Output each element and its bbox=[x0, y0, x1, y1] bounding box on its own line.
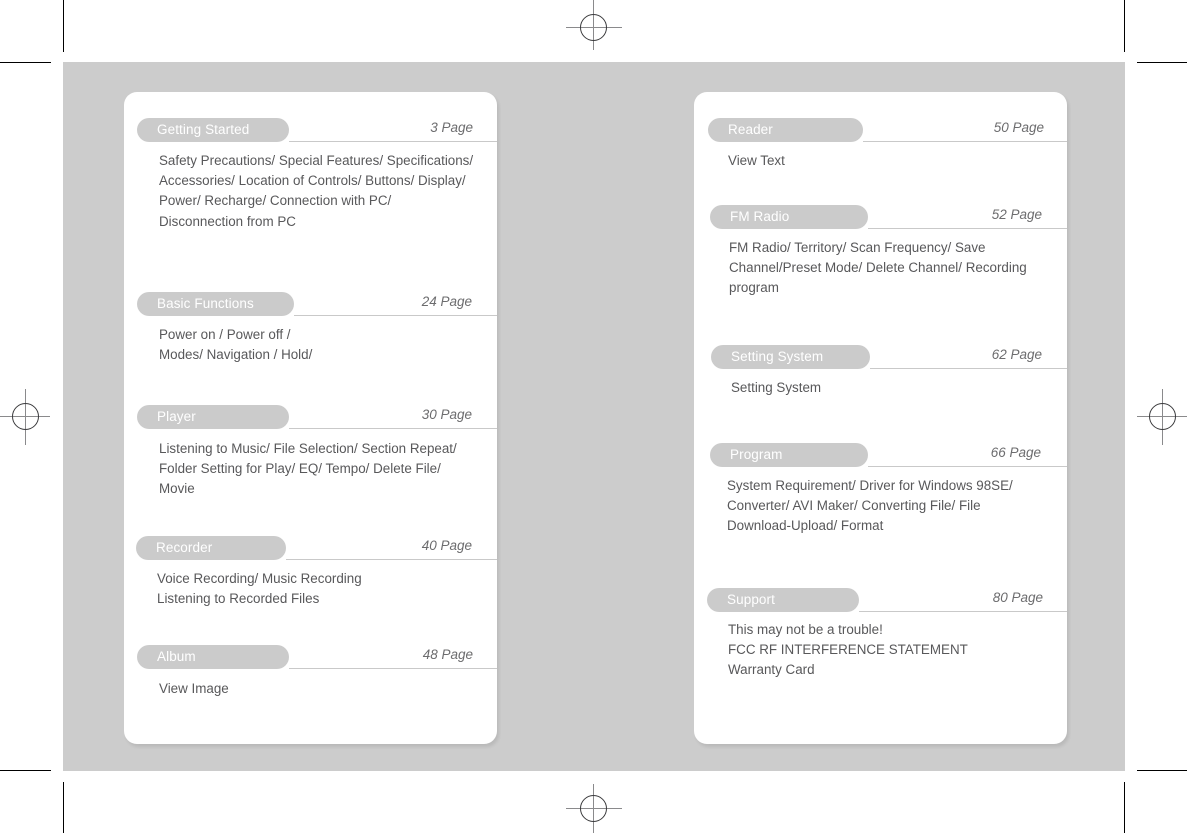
section-title-pill[interactable]: Support bbox=[707, 588, 859, 612]
section-page-number: 52 Page bbox=[991, 207, 1042, 222]
section-page-number: 48 Page bbox=[422, 647, 473, 662]
section-page-number: 40 Page bbox=[421, 538, 472, 553]
section-title-pill[interactable]: Basic Functions bbox=[137, 292, 294, 316]
section-header: Reader 50 Page bbox=[694, 118, 1067, 148]
section-body: Listening to Music/ File Selection/ Sect… bbox=[159, 441, 457, 497]
toc-section-recorder[interactable]: Recorder 40 Page Voice Recording/ Music … bbox=[124, 536, 497, 606]
toc-section-setting-system[interactable]: Setting System 62 Page Setting System bbox=[694, 345, 1067, 395]
section-body: This may not be a trouble! FCC RF INTERF… bbox=[728, 622, 968, 678]
section-divider bbox=[294, 315, 497, 316]
toc-section-program[interactable]: Program 66 Page System Requirement/ Driv… bbox=[694, 443, 1067, 533]
toc-section-support[interactable]: Support 80 Page This may not be a troubl… bbox=[694, 588, 1067, 677]
section-divider bbox=[289, 428, 497, 429]
crop-mark-bottom-right-vertical bbox=[1124, 782, 1125, 833]
registration-mark-right-middle bbox=[1135, 389, 1187, 445]
section-body: FM Radio/ Territory/ Scan Frequency/ Sav… bbox=[729, 240, 1027, 296]
crop-mark-top-left-horizontal bbox=[0, 62, 51, 63]
registration-mark-top-center bbox=[566, 0, 622, 56]
crop-mark-top-right-horizontal bbox=[1137, 62, 1187, 63]
section-body: View Image bbox=[159, 681, 229, 696]
section-divider bbox=[863, 141, 1067, 142]
section-title-pill[interactable]: Player bbox=[137, 405, 289, 429]
section-page-number: 62 Page bbox=[991, 347, 1042, 362]
section-header: Album 48 Page bbox=[124, 645, 497, 675]
section-header: Getting Started 3 Page bbox=[124, 118, 497, 148]
section-page-number: 24 Page bbox=[421, 294, 472, 309]
registration-mark-bottom-center bbox=[566, 780, 622, 833]
crop-mark-bottom-left-horizontal bbox=[0, 770, 51, 771]
toc-section-basic-functions[interactable]: Basic Functions 24 Page Power on / Power… bbox=[124, 292, 497, 362]
registration-mark-left-middle bbox=[0, 389, 52, 445]
section-title-pill[interactable]: Program bbox=[710, 443, 868, 467]
section-page-number: 80 Page bbox=[992, 590, 1043, 605]
section-divider bbox=[286, 559, 497, 560]
toc-section-player[interactable]: Player 30 Page Listening to Music/ File … bbox=[124, 405, 497, 496]
section-header: Program 66 Page bbox=[694, 443, 1067, 473]
section-body: System Requirement/ Driver for Windows 9… bbox=[727, 478, 1013, 534]
section-header: Recorder 40 Page bbox=[124, 536, 497, 566]
section-header: Player 30 Page bbox=[124, 405, 497, 435]
toc-section-album[interactable]: Album 48 Page View Image bbox=[124, 645, 497, 696]
crop-mark-bottom-right-horizontal bbox=[1137, 770, 1187, 771]
section-body: Setting System bbox=[731, 380, 822, 395]
section-title-pill[interactable]: FM Radio bbox=[710, 205, 868, 229]
section-title-pill[interactable]: Reader bbox=[708, 118, 863, 142]
section-header: Setting System 62 Page bbox=[694, 345, 1067, 375]
section-title-pill[interactable]: Album bbox=[137, 645, 289, 669]
section-divider bbox=[870, 368, 1067, 369]
section-title-pill[interactable]: Recorder bbox=[136, 536, 286, 560]
section-body: View Text bbox=[728, 153, 785, 168]
section-body: Safety Precautions/ Special Features/ Sp… bbox=[159, 153, 474, 229]
toc-section-fm-radio[interactable]: FM Radio 52 Page FM Radio/ Territory/ Sc… bbox=[694, 205, 1067, 295]
section-page-number: 30 Page bbox=[421, 407, 472, 422]
toc-section-getting-started[interactable]: Getting Started 3 Page Safety Precaution… bbox=[124, 118, 497, 229]
toc-section-reader[interactable]: Reader 50 Page View Text bbox=[694, 118, 1067, 168]
section-header: FM Radio 52 Page bbox=[694, 205, 1067, 235]
section-body: Power on / Power off / Modes/ Navigation… bbox=[159, 327, 313, 363]
section-header: Basic Functions 24 Page bbox=[124, 292, 497, 322]
section-body: Voice Recording/ Music Recording Listeni… bbox=[157, 571, 362, 607]
section-page-number: 66 Page bbox=[990, 445, 1041, 460]
section-divider bbox=[289, 141, 497, 142]
section-header: Support 80 Page bbox=[694, 588, 1067, 618]
section-page-number: 3 Page bbox=[430, 120, 473, 135]
left-page-card: Getting Started 3 Page Safety Precaution… bbox=[124, 92, 497, 744]
crop-mark-top-left-vertical bbox=[63, 0, 64, 52]
section-divider bbox=[868, 228, 1067, 229]
section-divider bbox=[868, 466, 1067, 467]
toc-spread-page: Getting Started 3 Page Safety Precaution… bbox=[0, 0, 1187, 833]
crop-mark-top-right-vertical bbox=[1124, 0, 1125, 52]
right-page-card: Reader 50 Page View Text FM Radio 52 Pag… bbox=[694, 92, 1067, 744]
section-divider bbox=[289, 668, 497, 669]
crop-mark-bottom-left-vertical bbox=[63, 782, 64, 833]
section-title-pill[interactable]: Getting Started bbox=[137, 118, 289, 142]
section-page-number: 50 Page bbox=[993, 120, 1044, 135]
section-divider bbox=[859, 611, 1067, 612]
section-title-pill[interactable]: Setting System bbox=[711, 345, 870, 369]
